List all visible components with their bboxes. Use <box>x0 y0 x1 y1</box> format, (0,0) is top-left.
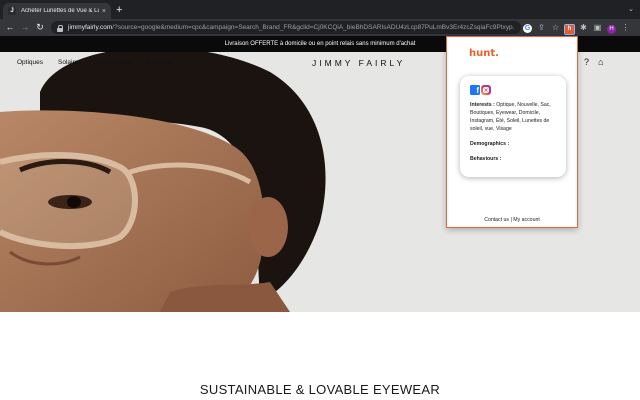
address-bar[interactable]: jimmyfairly.com /?source=google&medium=c… <box>51 21 521 34</box>
hunt-extension-popup: hunt. f Interests : Optique, Nouvelle, S… <box>446 36 578 228</box>
tab-search-icon[interactable]: ⌄ <box>628 3 634 17</box>
profile-avatar[interactable]: H <box>606 22 617 34</box>
tab-title: Acheter Lunettes de Vue & Lu <box>21 8 99 14</box>
social-icons: f <box>470 85 556 95</box>
nav-optiques[interactable]: Optiques <box>17 59 43 66</box>
hunt-logo: hunt. <box>469 48 499 59</box>
nav-solaires[interactable]: Solaires <box>58 59 81 66</box>
sidebar-icon[interactable]: ▣ <box>592 22 603 33</box>
nav-a-propos[interactable]: À propos <box>147 59 173 66</box>
forward-arrow-icon[interactable]: → <box>19 21 31 33</box>
screen: J Acheter Lunettes de Vue & Lu × + ⌄ ← →… <box>0 0 640 400</box>
tagline-heading: SUSTAINABLE & LOVABLE EYEWEAR <box>199 382 441 397</box>
tab-strip: J Acheter Lunettes de Vue & Lu × + ⌄ <box>0 0 640 19</box>
ad-insights-card: f Interests : Optique, Nouvelle, Sac, Bo… <box>460 76 566 177</box>
contact-us-link[interactable]: Contact us <box>484 217 509 223</box>
facebook-icon: f <box>470 85 480 95</box>
hunt-extension-icon[interactable]: h <box>564 22 575 35</box>
browser-toolbar: ← → ↻ jimmyfairly.com /?source=google&me… <box>0 19 640 36</box>
cart-icon[interactable]: ⌂ <box>598 57 603 68</box>
tab-favicon: J <box>8 7 16 15</box>
interests-label: Interests : <box>470 102 495 108</box>
hero-portrait-image <box>0 52 340 312</box>
toolbar-icons: G ⇪ ☆ h ✱ ▣ H ⋮ <box>522 21 631 35</box>
help-icon[interactable]: ? <box>584 57 589 68</box>
instagram-icon <box>481 85 491 95</box>
google-icon[interactable]: G <box>522 22 533 33</box>
url-domain: jimmyfairly.com <box>68 24 113 31</box>
my-account-link[interactable]: My account <box>513 217 540 223</box>
behaviours-section: Behaviours : <box>470 155 556 163</box>
close-icon[interactable]: × <box>102 8 106 15</box>
url-path: /?source=google&medium=cpc&campaign=Sear… <box>112 24 515 31</box>
behaviours-label: Behaviours : <box>470 156 502 162</box>
star-icon[interactable]: ☆ <box>550 22 561 33</box>
interests-section: Interests : Optique, Nouvelle, Sac, Bout… <box>470 101 556 133</box>
reload-icon[interactable]: ↻ <box>34 21 46 33</box>
site-nav: Optiques Solaires Accessoires À propos <box>17 59 173 66</box>
puzzle-icon[interactable]: ✱ <box>578 22 589 33</box>
brand-logo[interactable]: JIMMY FAIRLY <box>312 58 405 68</box>
demographics-section: Demographics : <box>470 140 556 148</box>
demographics-label: Demographics : <box>470 141 510 147</box>
share-icon[interactable]: ⇪ <box>536 22 547 33</box>
lock-icon[interactable] <box>57 24 63 32</box>
nav-accessoires[interactable]: Accessoires <box>97 59 132 66</box>
browser-tab[interactable]: J Acheter Lunettes de Vue & Lu × <box>3 3 111 19</box>
menu-icon[interactable]: ⋮ <box>620 22 631 33</box>
new-tab-button[interactable]: + <box>116 3 122 17</box>
popup-footer: Contact us | My account <box>447 217 577 223</box>
back-arrow-icon[interactable]: ← <box>4 21 16 33</box>
